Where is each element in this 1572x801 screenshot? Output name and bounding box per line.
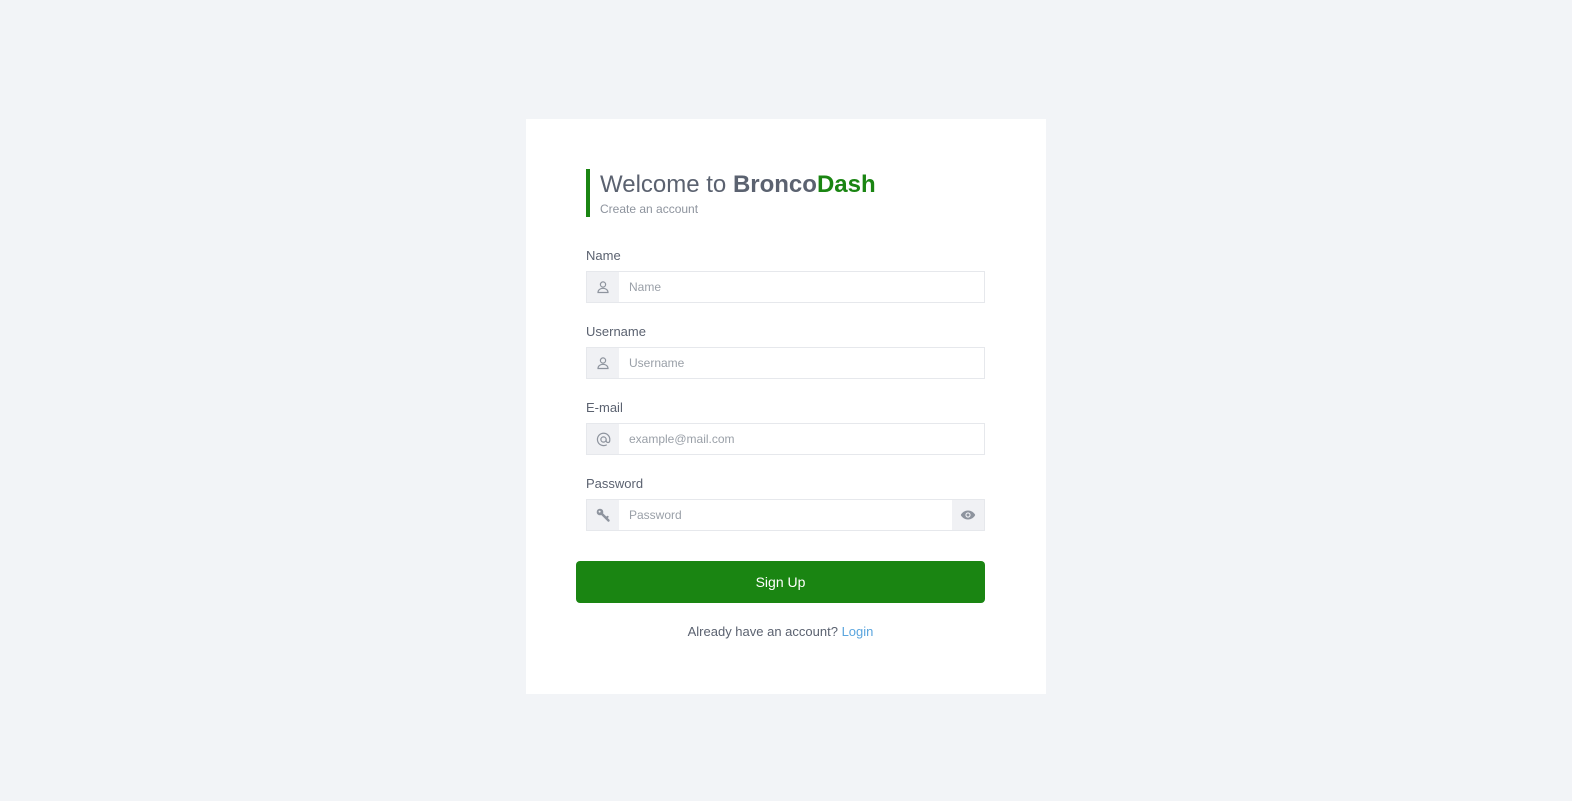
username-input-group	[586, 347, 985, 379]
login-prompt-text: Already have an account?	[687, 624, 838, 639]
name-label: Name	[586, 248, 621, 263]
eye-icon[interactable]	[952, 500, 984, 530]
name-field: Name	[586, 248, 985, 303]
login-prompt: Already have an account? Login	[576, 624, 985, 640]
username-label: Username	[586, 324, 646, 339]
sign-up-button[interactable]: Sign Up	[576, 561, 985, 603]
brand-name-part1: Bronco	[732, 171, 817, 198]
email-label: E-mail	[586, 400, 623, 415]
login-link[interactable]: Login	[842, 624, 874, 639]
signup-card: Welcome to BroncoDash Create an account …	[526, 119, 1046, 694]
email-input[interactable]	[619, 424, 984, 454]
user-icon	[587, 348, 619, 378]
page-subtitle: Create an account	[600, 202, 699, 216]
username-input[interactable]	[619, 348, 984, 378]
brand-name-part2: Dash	[816, 171, 876, 198]
name-input[interactable]	[619, 272, 984, 302]
username-field: Username	[586, 324, 985, 379]
card-header: Welcome to BroncoDash Create an account	[586, 169, 876, 217]
title-prefix: Welcome to	[600, 171, 733, 198]
page-title: Welcome to BroncoDash	[600, 170, 876, 200]
email-field: E-mail	[586, 400, 985, 455]
password-field: Password	[586, 476, 985, 531]
name-input-group	[586, 271, 985, 303]
password-input-group	[586, 499, 985, 531]
user-icon	[587, 272, 619, 302]
email-input-group	[586, 423, 985, 455]
at-icon	[587, 424, 619, 454]
password-input[interactable]	[619, 500, 952, 530]
key-icon	[587, 500, 619, 530]
password-label: Password	[586, 476, 644, 491]
